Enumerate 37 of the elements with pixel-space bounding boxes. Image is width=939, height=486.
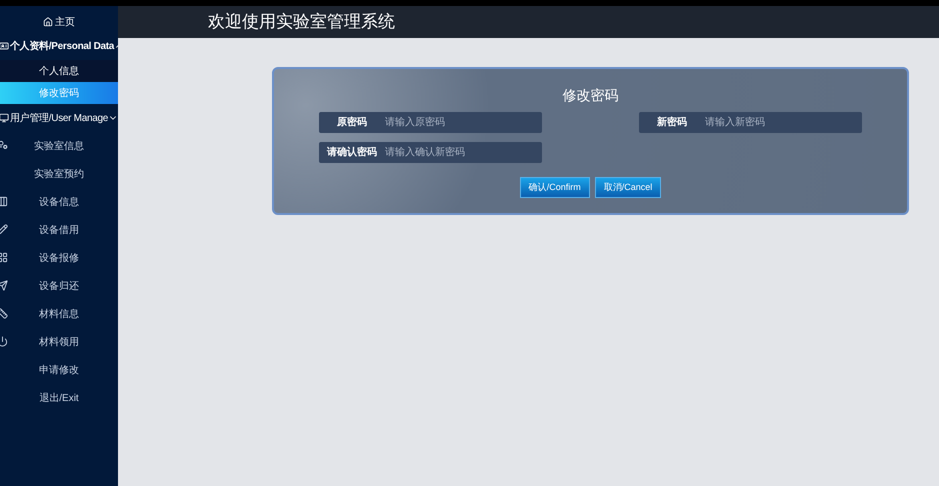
ruler-icon	[0, 308, 8, 319]
user-gear-icon	[0, 140, 8, 151]
form-title: 修改密码	[562, 86, 618, 105]
power-icon	[0, 336, 8, 347]
sidebar-item[interactable]: 材料信息	[0, 300, 118, 328]
field-label: 请确认密码	[326, 146, 378, 160]
password-input[interactable]: 请输入新密码	[705, 115, 862, 130]
sidebar-item[interactable]: 申请修改	[0, 356, 118, 384]
sidebar-item[interactable]: 主页	[0, 12, 118, 32]
form-button[interactable]: 确认/Confirm	[520, 177, 590, 198]
sidebar-item[interactable]: 退出/Exit	[0, 384, 118, 412]
monitor-icon	[0, 113, 9, 123]
grid-icon	[0, 252, 8, 263]
password-field[interactable]: 请确认密码 请输入确认新密码	[319, 142, 542, 163]
form-button[interactable]: 取消/Cancel	[594, 177, 662, 198]
password-input[interactable]: 请输入确认新密码	[385, 145, 542, 160]
app-title: 欢迎使用实验室管理系统	[208, 11, 395, 34]
id-card-icon	[0, 41, 9, 51]
sidebar-item[interactable]: 设备借用	[0, 216, 118, 244]
password-input[interactable]: 请输入原密码	[385, 115, 542, 130]
sidebar-item[interactable]: 实验室预约	[0, 160, 118, 188]
columns-icon	[0, 196, 8, 207]
field-label: 新密码	[656, 115, 688, 130]
sidebar-item[interactable]: 设备信息	[0, 188, 118, 216]
sidebar-item[interactable]: 材料领用	[0, 328, 118, 356]
sidebar-group[interactable]: 用户管理/User Manage	[0, 104, 118, 132]
sidebar-item[interactable]: 实验室信息	[0, 132, 118, 160]
field-label: 原密码	[336, 116, 368, 130]
sidebar-group[interactable]: 个人资料/Personal Data	[0, 32, 118, 60]
sidebar-subitem[interactable]: 个人信息	[0, 60, 118, 82]
pencil-icon	[0, 224, 8, 235]
sidebar-item[interactable]: 设备归还	[0, 272, 118, 300]
password-field[interactable]: 原密码 请输入原密码	[319, 112, 542, 133]
sidebar-item[interactable]: 设备报修	[0, 244, 118, 272]
password-field[interactable]: 新密码 请输入新密码	[639, 112, 862, 133]
home-icon	[43, 17, 53, 27]
paper-plane-icon	[0, 280, 8, 291]
